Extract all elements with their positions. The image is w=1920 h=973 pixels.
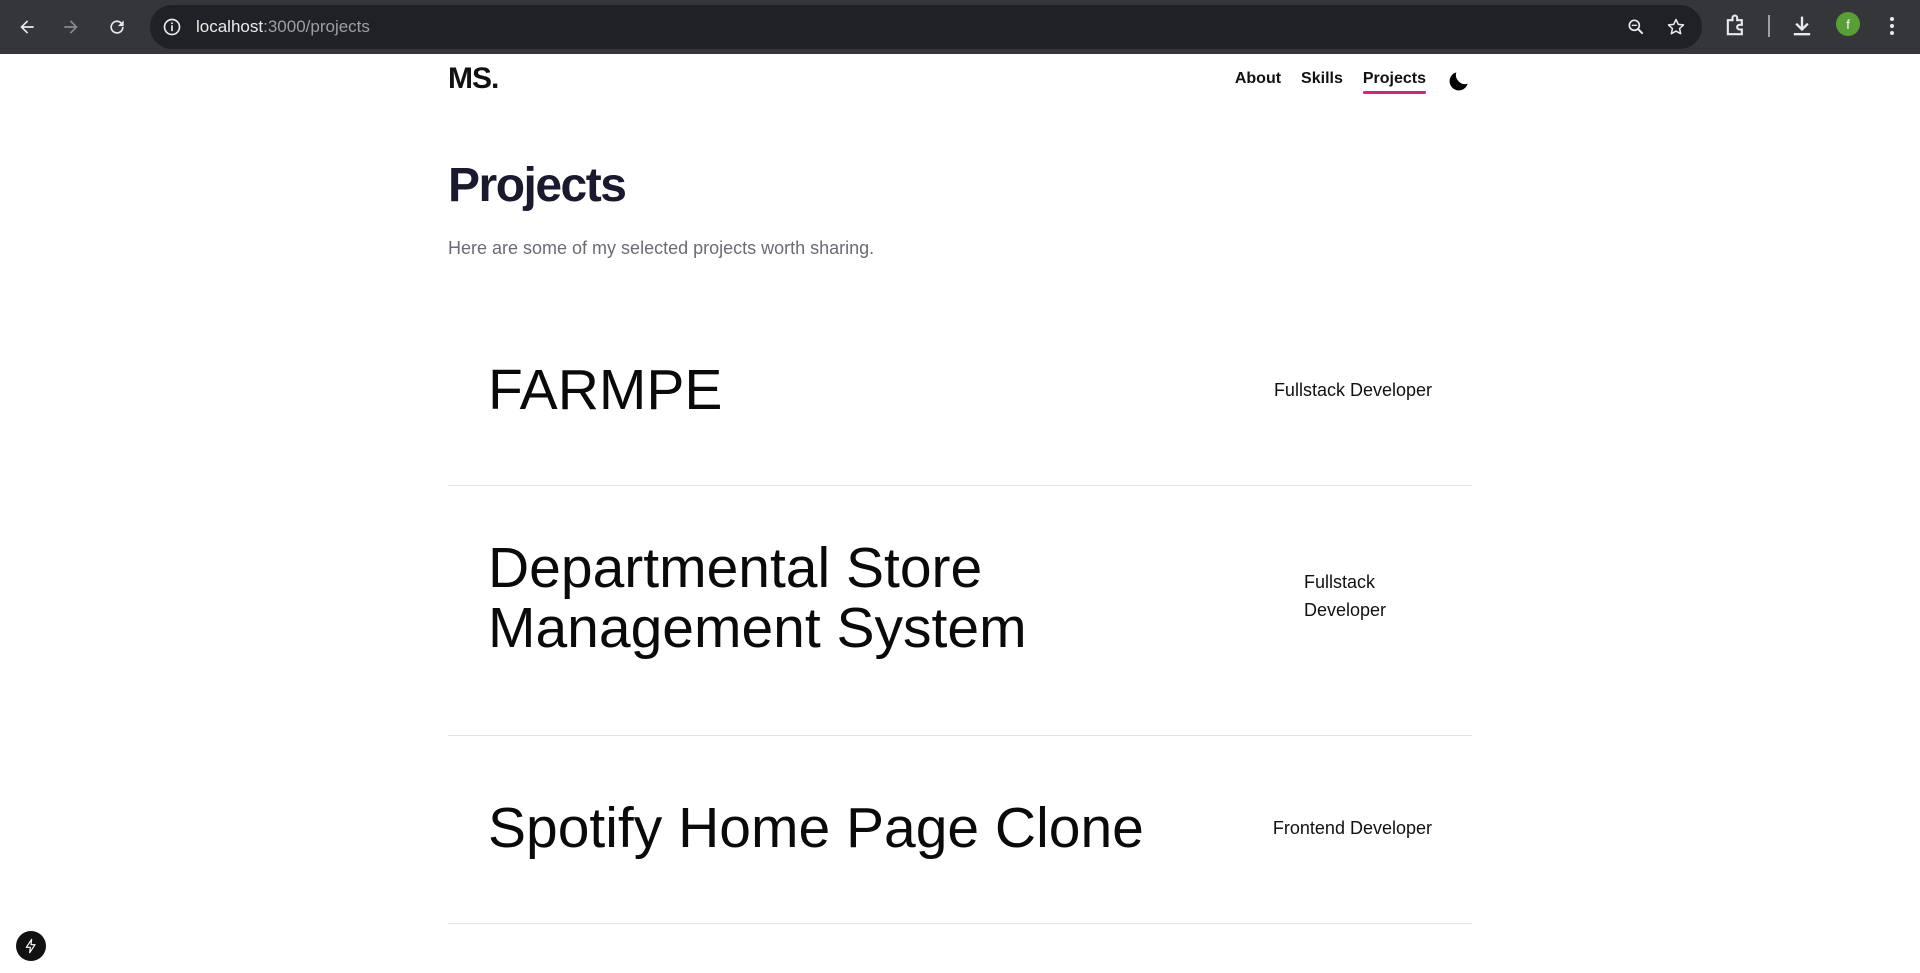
project-role: Fullstack Developer (1273, 380, 1432, 400)
browser-toolbar: localhost:3000/projects f (0, 0, 1920, 54)
moon-icon[interactable] (1446, 68, 1472, 94)
nav-link-about[interactable]: About (1235, 70, 1281, 92)
back-button[interactable] (12, 12, 42, 42)
nav-link-projects[interactable]: Projects (1362, 70, 1427, 94)
project-card[interactable]: Spotify Home Page Clone Frontend Develop… (448, 736, 1472, 924)
browser-menu-button[interactable] (1880, 12, 1904, 40)
site-logo[interactable]: MS. (448, 62, 499, 96)
arrow-left-icon (20, 20, 34, 34)
project-list: FARMPE Fullstack Developer Departmental … (448, 318, 1472, 924)
project-name: FARMPE (488, 358, 723, 422)
project-card[interactable]: Departmental Store Management System Ful… (448, 486, 1472, 736)
address-bar[interactable]: localhost:3000/projects (150, 5, 1702, 49)
site-info-icon[interactable] (162, 17, 182, 37)
site-header: MS. About Skills Projects (448, 54, 1472, 104)
project-role: Fullstack Developer (1304, 572, 1387, 620)
zoom-icon[interactable] (1626, 17, 1646, 37)
dev-tools-badge[interactable] (16, 931, 46, 961)
page-title: Projects (448, 159, 627, 212)
page-subtitle: Here are some of my selected projects wo… (448, 238, 875, 258)
lightning-icon (25, 938, 36, 954)
main-nav: About Skills Projects (1215, 68, 1472, 94)
project-role: Frontend Developer (1272, 818, 1432, 838)
project-card[interactable]: FARMPE Fullstack Developer (448, 318, 1472, 486)
bookmark-star-icon[interactable] (1666, 17, 1686, 37)
forward-button[interactable] (56, 12, 86, 42)
toolbar-divider (1768, 15, 1770, 37)
extensions-icon[interactable] (1722, 12, 1750, 40)
nav-link-skills[interactable]: Skills (1301, 70, 1343, 92)
profile-avatar[interactable]: f (1836, 12, 1860, 36)
url-text[interactable]: localhost:3000/projects (196, 17, 370, 37)
arrow-right-icon (64, 20, 78, 34)
reload-button[interactable] (102, 12, 132, 42)
download-icon[interactable] (1788, 12, 1816, 40)
url-path: :3000/projects (263, 17, 370, 36)
project-name: Spotify Home Page Clone (488, 796, 1144, 860)
url-host: localhost (196, 17, 264, 36)
project-name: Departmental Store Management System (488, 536, 1027, 660)
reload-icon (110, 20, 124, 34)
